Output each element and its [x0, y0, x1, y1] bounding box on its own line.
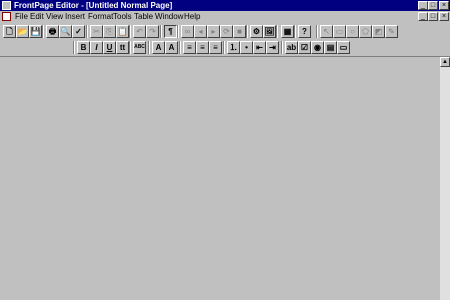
document-icon[interactable]: [2, 12, 11, 21]
format-toolbar: ▼ BIUttABCAA≡≡≡⒈•⇤⇥ab☑◉▤▭: [0, 40, 450, 93]
help-icon[interactable]: ?: [298, 25, 311, 38]
close-button[interactable]: ×: [439, 1, 449, 10]
bulleted-list-icon[interactable]: •: [240, 41, 253, 54]
back-icon[interactable]: ◂: [194, 25, 207, 38]
copy-icon[interactable]: ⎘: [103, 25, 116, 38]
menu-window[interactable]: Window: [155, 11, 183, 22]
toolbar-separator: [148, 41, 150, 54]
toolbar-separator: [129, 41, 131, 54]
redo-icon[interactable]: ↷: [146, 25, 159, 38]
toolbar-separator: [73, 41, 75, 54]
form-field-icon[interactable]: ab: [285, 41, 298, 54]
title-bar: FrontPage Editor - [Untitled Normal Page…: [0, 0, 450, 11]
doc-restore-button[interactable]: □: [428, 12, 438, 21]
toolbar-separator: [179, 41, 181, 54]
toolbar-separator: [223, 41, 225, 54]
save-icon[interactable]: 💾: [29, 25, 42, 38]
doc-close-button[interactable]: ×: [439, 12, 449, 21]
dropdown-field-icon[interactable]: ▤: [324, 41, 337, 54]
push-button-icon[interactable]: ▭: [337, 41, 350, 54]
refresh-icon[interactable]: ⟳: [220, 25, 233, 38]
toolbar-separator: [42, 25, 44, 38]
toolbar-separator: [160, 25, 162, 38]
typewriter-button[interactable]: tt: [116, 41, 129, 54]
bot-icon[interactable]: ⚙: [250, 25, 263, 38]
show-all-icon[interactable]: ¶: [164, 25, 177, 38]
editor-workspace[interactable]: [0, 57, 440, 300]
menu-help[interactable]: Help: [184, 11, 200, 22]
print-preview-icon[interactable]: 🔍: [59, 25, 72, 38]
checkbox-field-icon[interactable]: ☑: [298, 41, 311, 54]
toolbar-separator: [86, 25, 88, 38]
app-icon[interactable]: [2, 1, 11, 10]
toolbar-separator: [316, 25, 318, 38]
print-icon[interactable]: 🖶: [46, 25, 59, 38]
toolbar-separator: [177, 25, 179, 38]
menu-view[interactable]: View: [46, 11, 63, 22]
insert-table-icon[interactable]: ▦: [281, 25, 294, 38]
new-icon[interactable]: 🗋: [3, 25, 16, 38]
bold-button[interactable]: B: [77, 41, 90, 54]
forward-icon[interactable]: ▸: [207, 25, 220, 38]
menu-edit[interactable]: Edit: [30, 11, 44, 22]
circle-icon[interactable]: ○: [346, 25, 359, 38]
menu-bar: File Edit View Insert Format Tools Table…: [0, 11, 450, 22]
doc-minimize-button[interactable]: _: [418, 12, 428, 21]
cut-icon[interactable]: ✂: [90, 25, 103, 38]
underline-button[interactable]: U: [103, 41, 116, 54]
maximize-button[interactable]: □: [428, 1, 438, 10]
increase-indent-icon[interactable]: ⇥: [266, 41, 279, 54]
toolbar-separator: [281, 41, 283, 54]
standard-toolbar: 🗋 📂 💾 🖶 🔍 ✓ ✂ ⎘ 📋 ↶ ↷ ¶ ∞ ◂ ▸ ⟳ ■ ⚙ 🖼 ▦? ↖ ▭ ○ ⬠ ◩ ✎: [0, 22, 450, 40]
text-color-icon[interactable]: ABC: [133, 41, 146, 54]
scroll-up-icon[interactable]: ▲: [440, 57, 450, 67]
radio-field-icon[interactable]: ◉: [311, 41, 324, 54]
pencil-icon[interactable]: ✎: [385, 25, 398, 38]
menu-tools[interactable]: Tools: [113, 11, 132, 22]
increase-font-icon[interactable]: A: [152, 41, 165, 54]
menu-file[interactable]: File: [15, 11, 28, 22]
toolbar-separator: [129, 25, 131, 38]
decrease-font-icon[interactable]: A: [165, 41, 178, 54]
align-right-icon[interactable]: ≡: [209, 41, 222, 54]
menu-format[interactable]: Format: [88, 11, 113, 22]
decrease-indent-icon[interactable]: ⇤: [253, 41, 266, 54]
hotspot-icon[interactable]: ◩: [372, 25, 385, 38]
toolbar-separator: [294, 25, 296, 38]
toolbar-separator: [246, 25, 248, 38]
window-title: FrontPage Editor - [Untitled Normal Page…: [14, 1, 173, 10]
menu-table[interactable]: Table: [134, 11, 153, 22]
vertical-scrollbar[interactable]: ▲: [440, 57, 450, 300]
select-icon[interactable]: ↖: [320, 25, 333, 38]
toolbar-separator: [276, 25, 278, 38]
rectangle-icon[interactable]: ▭: [333, 25, 346, 38]
spelling-icon[interactable]: ✓: [72, 25, 85, 38]
minimize-button[interactable]: _: [418, 1, 428, 10]
align-center-icon[interactable]: ≡: [196, 41, 209, 54]
link-icon[interactable]: ∞: [181, 25, 194, 38]
insert-image-icon[interactable]: 🖼: [263, 25, 276, 38]
paste-icon[interactable]: 📋: [116, 25, 129, 38]
polygon-icon[interactable]: ⬠: [359, 25, 372, 38]
menu-insert[interactable]: Insert: [65, 11, 85, 22]
align-left-icon[interactable]: ≡: [183, 41, 196, 54]
undo-icon[interactable]: ↶: [133, 25, 146, 38]
numbered-list-icon[interactable]: ⒈: [227, 41, 240, 54]
open-icon[interactable]: 📂: [16, 25, 29, 38]
stop-icon[interactable]: ■: [233, 25, 246, 38]
italic-button[interactable]: I: [90, 41, 103, 54]
